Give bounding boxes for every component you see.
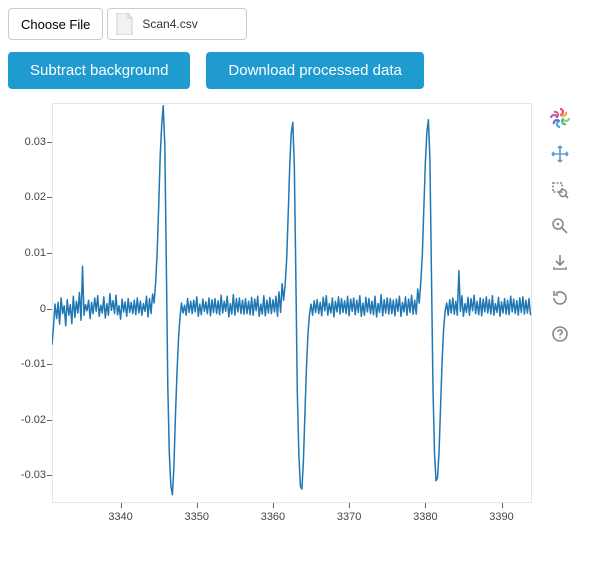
selected-file-name: Scan4.csv (142, 17, 197, 31)
bokeh-logo-icon[interactable] (549, 107, 571, 129)
box-zoom-icon[interactable] (549, 179, 571, 201)
x-tick-label: 3370 (337, 511, 361, 523)
x-tick-label: 3360 (261, 511, 285, 523)
download-data-button[interactable]: Download processed data (206, 52, 423, 89)
chart-plot[interactable]: -0.03 -0.02 -0.01 0 0.01 0.02 0.03 3340 3350 336… (8, 103, 538, 543)
chart-line-series (52, 103, 532, 503)
wheel-zoom-icon[interactable] (549, 215, 571, 237)
y-tick-label: 0.02 (25, 191, 46, 203)
x-tick-label: 3350 (185, 511, 209, 523)
y-tick-label: -0.02 (21, 414, 46, 426)
x-tick-label: 3390 (489, 511, 513, 523)
save-icon[interactable] (549, 251, 571, 273)
x-axis: 3340 3350 3360 3370 3380 3390 (52, 503, 532, 533)
subtract-background-button[interactable]: Subtract background (8, 52, 190, 89)
y-tick-label: 0.03 (25, 136, 46, 148)
reset-icon[interactable] (549, 287, 571, 309)
y-tick-label: -0.01 (21, 358, 46, 370)
y-tick-label: 0 (40, 303, 46, 315)
x-tick-label: 3340 (108, 511, 132, 523)
plot-toolbar (538, 103, 576, 349)
pan-icon[interactable] (549, 143, 571, 165)
y-tick-label: 0.01 (25, 247, 46, 259)
help-icon[interactable] (549, 323, 571, 345)
selected-file-display: Scan4.csv (107, 8, 247, 40)
choose-file-button[interactable]: Choose File (8, 8, 103, 40)
x-tick-label: 3380 (413, 511, 437, 523)
y-tick-label: -0.03 (21, 469, 46, 481)
y-axis: -0.03 -0.02 -0.01 0 0.01 0.02 0.03 (8, 103, 52, 503)
file-icon (116, 13, 134, 35)
